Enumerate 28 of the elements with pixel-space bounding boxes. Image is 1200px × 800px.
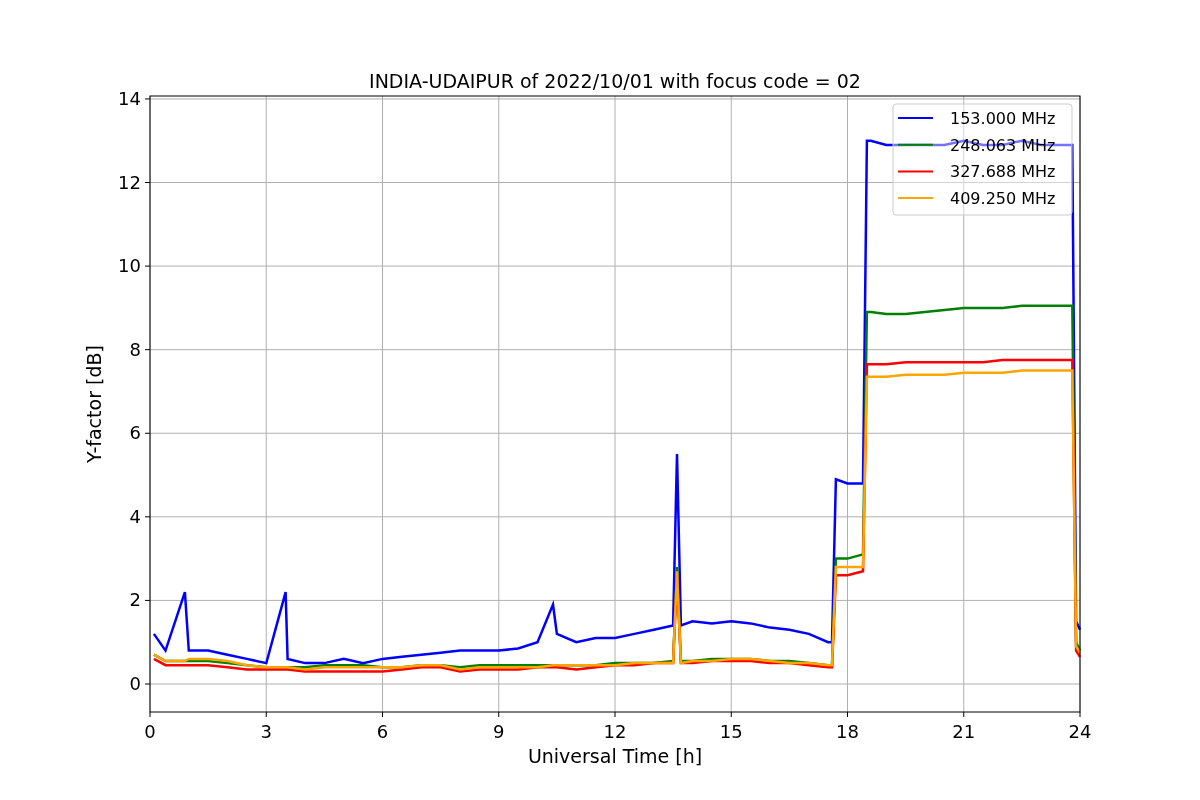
y-tick-label: 0 [129, 673, 141, 694]
y-tick-label: 2 [129, 589, 141, 611]
y-tick-label: 4 [129, 505, 141, 527]
y-axis-label: Y-factor [dB] [83, 345, 105, 463]
x-tick-label: 9 [493, 721, 505, 742]
y-tick-label: 12 [118, 171, 141, 193]
legend-line [897, 197, 934, 200]
x-tick-label: 3 [260, 721, 272, 742]
y-tick-label: 8 [129, 338, 141, 360]
x-tick-label: 6 [376, 721, 389, 742]
legend-label: 327.688 MHz [950, 162, 1056, 182]
x-axis-label: Universal Time [h] [527, 745, 703, 767]
legend-line [897, 170, 934, 173]
y-tick-label: 10 [118, 255, 141, 277]
y-tick-label: 6 [129, 422, 141, 444]
x-tick-label: 12 [603, 721, 627, 742]
x-tick-label: 18 [836, 721, 859, 742]
x-tick-label: 15 [719, 721, 743, 742]
y-tick-label: 14 [118, 87, 141, 109]
legend-label: 409.250 MHz [950, 189, 1056, 209]
legend-label: 153.000 MHz [950, 109, 1056, 128]
x-tick-label: 0 [144, 721, 156, 742]
chart-title: INDIA-UDAIPUR of 2022/10/01 with focus code = 02 [369, 70, 861, 92]
x-tick-label: 21 [952, 721, 976, 742]
x-tick-label: 24 [1068, 721, 1092, 742]
legend-label: 248.063 MHz [950, 135, 1056, 155]
legend-line [897, 143, 934, 146]
legend-line [897, 117, 934, 119]
